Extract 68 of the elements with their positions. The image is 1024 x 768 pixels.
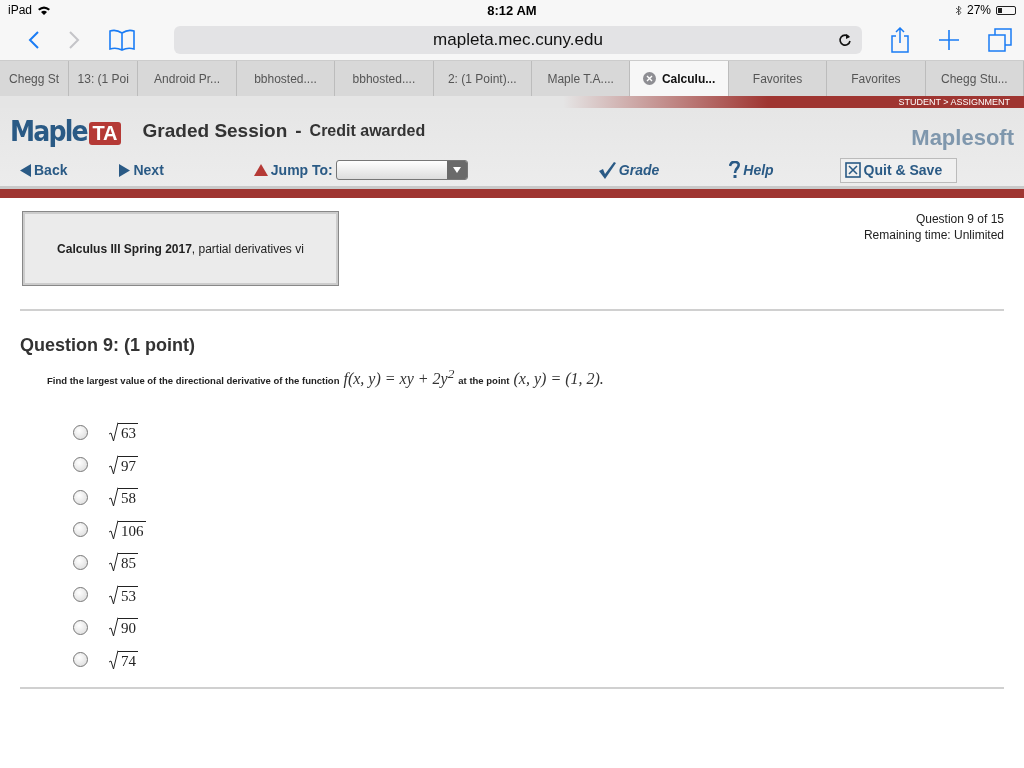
title-separator: - (295, 120, 302, 142)
device-name: iPad (8, 3, 33, 17)
radical-sign-icon (109, 519, 118, 540)
wifi-icon (37, 5, 52, 15)
radio-button[interactable] (73, 587, 88, 603)
up-triangle-icon (253, 164, 268, 176)
quit-and-save-button[interactable]: Quit & Save (839, 157, 958, 183)
question-text: Find the largest value of the directional derivative of the function (47, 375, 340, 387)
reload-icon[interactable] (838, 33, 852, 47)
grade-button[interactable]: Grade (595, 161, 662, 179)
remaining-time: Remaining time: Unlimited (863, 228, 1004, 242)
radio-button[interactable] (73, 489, 88, 505)
dropdown-arrow-icon (452, 167, 461, 173)
question-title: Question 9: (1 point) (20, 335, 196, 356)
answer-value: 90 (118, 618, 138, 638)
radio-button[interactable] (73, 424, 88, 440)
function-formula: f(x, y) = xy + 2y$^{2}$ (343, 366, 455, 389)
browser-tab[interactable]: Calculu... (630, 61, 729, 96)
battery-icon (996, 5, 1016, 15)
assignment-name: Calculus III Spring 2017, partial derivatives vi (23, 212, 338, 285)
radical-sign-icon (109, 487, 118, 508)
bookmarks-book-icon[interactable] (108, 29, 136, 51)
back-chevron-icon[interactable] (28, 30, 40, 50)
radio-button[interactable] (73, 619, 88, 635)
answer-value: 106 (118, 520, 146, 540)
radio-button[interactable] (73, 522, 88, 538)
answer-value: 53 (118, 585, 138, 605)
left-triangle-icon (20, 163, 31, 177)
answer-value: 97 (118, 455, 138, 475)
breadcrumb: STUDENT > ASSIGNMENT (898, 96, 1010, 108)
radio-button[interactable] (73, 652, 88, 668)
bluetooth-icon (954, 4, 962, 16)
maplesoft-logo: Maplesoft (911, 125, 1014, 151)
answer-value: 85 (118, 553, 138, 573)
question-text: at the point (458, 375, 510, 387)
tabs-icon[interactable] (988, 28, 1012, 52)
right-triangle-icon (119, 163, 131, 177)
radical-sign-icon (109, 552, 118, 573)
radical-sign-icon (109, 649, 118, 670)
next-button[interactable]: Next (117, 162, 166, 178)
answer-value: 63 (118, 423, 138, 443)
jump-to-label: Jump To: (270, 162, 333, 178)
close-icon[interactable] (642, 72, 656, 85)
checkmark-icon (597, 161, 616, 179)
back-button[interactable]: Back (18, 162, 70, 178)
address-field[interactable]: mapleta.mec.cuny.edu (174, 26, 862, 54)
question-mark-icon (729, 161, 741, 179)
help-button[interactable]: Help (727, 161, 776, 179)
plus-icon[interactable] (938, 29, 960, 51)
session-title: Graded Session (142, 120, 288, 142)
question-counter: Question 9 of 15 (915, 212, 1004, 226)
jump-to-dropdown[interactable] (335, 160, 468, 180)
share-icon[interactable] (890, 27, 910, 53)
maple-ta-logo: Maple TA (10, 114, 121, 148)
clock: 8:12 AM (487, 2, 537, 18)
x-box-icon (844, 161, 861, 178)
point-formula: (x, y) = (1, 2). (513, 370, 604, 389)
radio-button[interactable] (73, 457, 88, 473)
forward-chevron-icon[interactable] (68, 30, 80, 50)
radical-sign-icon (109, 617, 118, 638)
answer-value: 74 (118, 650, 138, 670)
radical-sign-icon (109, 422, 118, 443)
answer-value: 58 (118, 488, 138, 508)
radical-sign-icon (109, 584, 118, 605)
session-status: Credit awarded (309, 122, 426, 140)
radio-button[interactable] (73, 554, 88, 570)
battery-percent: 27% (966, 3, 991, 17)
radical-sign-icon (109, 454, 118, 475)
